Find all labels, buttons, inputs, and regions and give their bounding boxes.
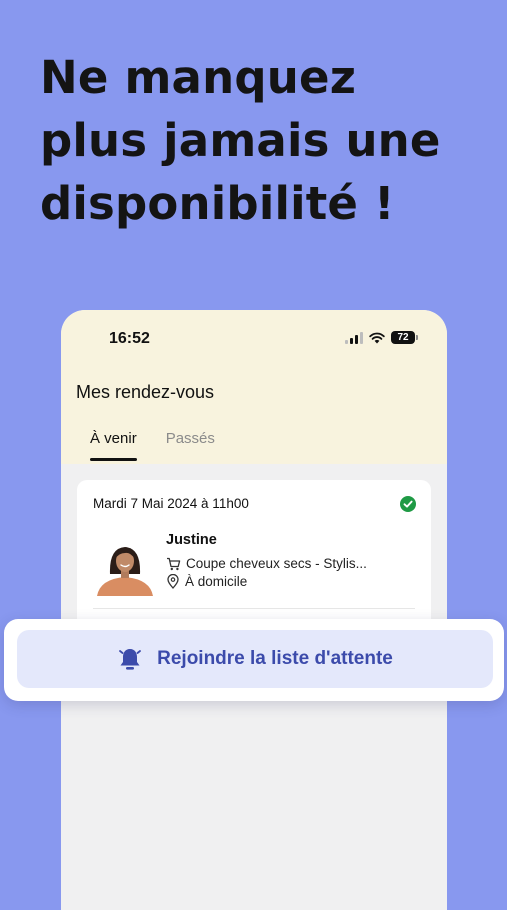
app-header: 16:52 72 Mes rendez-vous À venir Passés [61, 310, 447, 464]
location-label: À domicile [185, 574, 248, 589]
join-waitlist-label: Rejoindre la liste d'attente [157, 648, 393, 669]
location-pin-icon [167, 574, 179, 589]
headline-line-1: Ne manquez [40, 51, 357, 104]
avatar [97, 547, 153, 596]
cart-icon [167, 557, 181, 570]
tab-bar: À venir Passés [90, 430, 215, 461]
card-divider [93, 608, 415, 609]
bell-icon [119, 649, 142, 670]
join-waitlist-button[interactable]: Rejoindre la liste d'attente [17, 630, 493, 688]
battery-icon: 72 [391, 331, 418, 344]
appointment-card[interactable]: Mardi 7 Mai 2024 à 11h00 Justine Coupe c… [77, 480, 431, 640]
service-row: Coupe cheveux secs - Stylis... [166, 556, 367, 571]
appointment-date: Mardi 7 Mai 2024 à 11h00 [93, 496, 249, 511]
location-row: À domicile [166, 574, 247, 589]
service-label: Coupe cheveux secs - Stylis... [186, 556, 367, 571]
wifi-icon [369, 332, 385, 343]
tab-past[interactable]: Passés [166, 430, 215, 461]
status-time: 16:52 [109, 330, 150, 347]
page-title: Mes rendez-vous [76, 382, 215, 402]
check-circle-icon [400, 496, 416, 512]
waitlist-panel: Rejoindre la liste d'attente [4, 619, 504, 701]
phone-screen: 16:52 72 Mes rendez-vous À venir Passés … [61, 310, 447, 910]
provider-name: Justine [166, 532, 217, 548]
headline: Ne manquez plus jamais une disponibilité… [40, 46, 500, 235]
cellular-signal-icon [345, 331, 363, 344]
headline-line-3: disponibilité ! [40, 177, 395, 230]
status-icons: 72 [345, 331, 418, 344]
tab-upcoming[interactable]: À venir [90, 430, 137, 461]
headline-line-2: plus jamais une [40, 114, 441, 167]
